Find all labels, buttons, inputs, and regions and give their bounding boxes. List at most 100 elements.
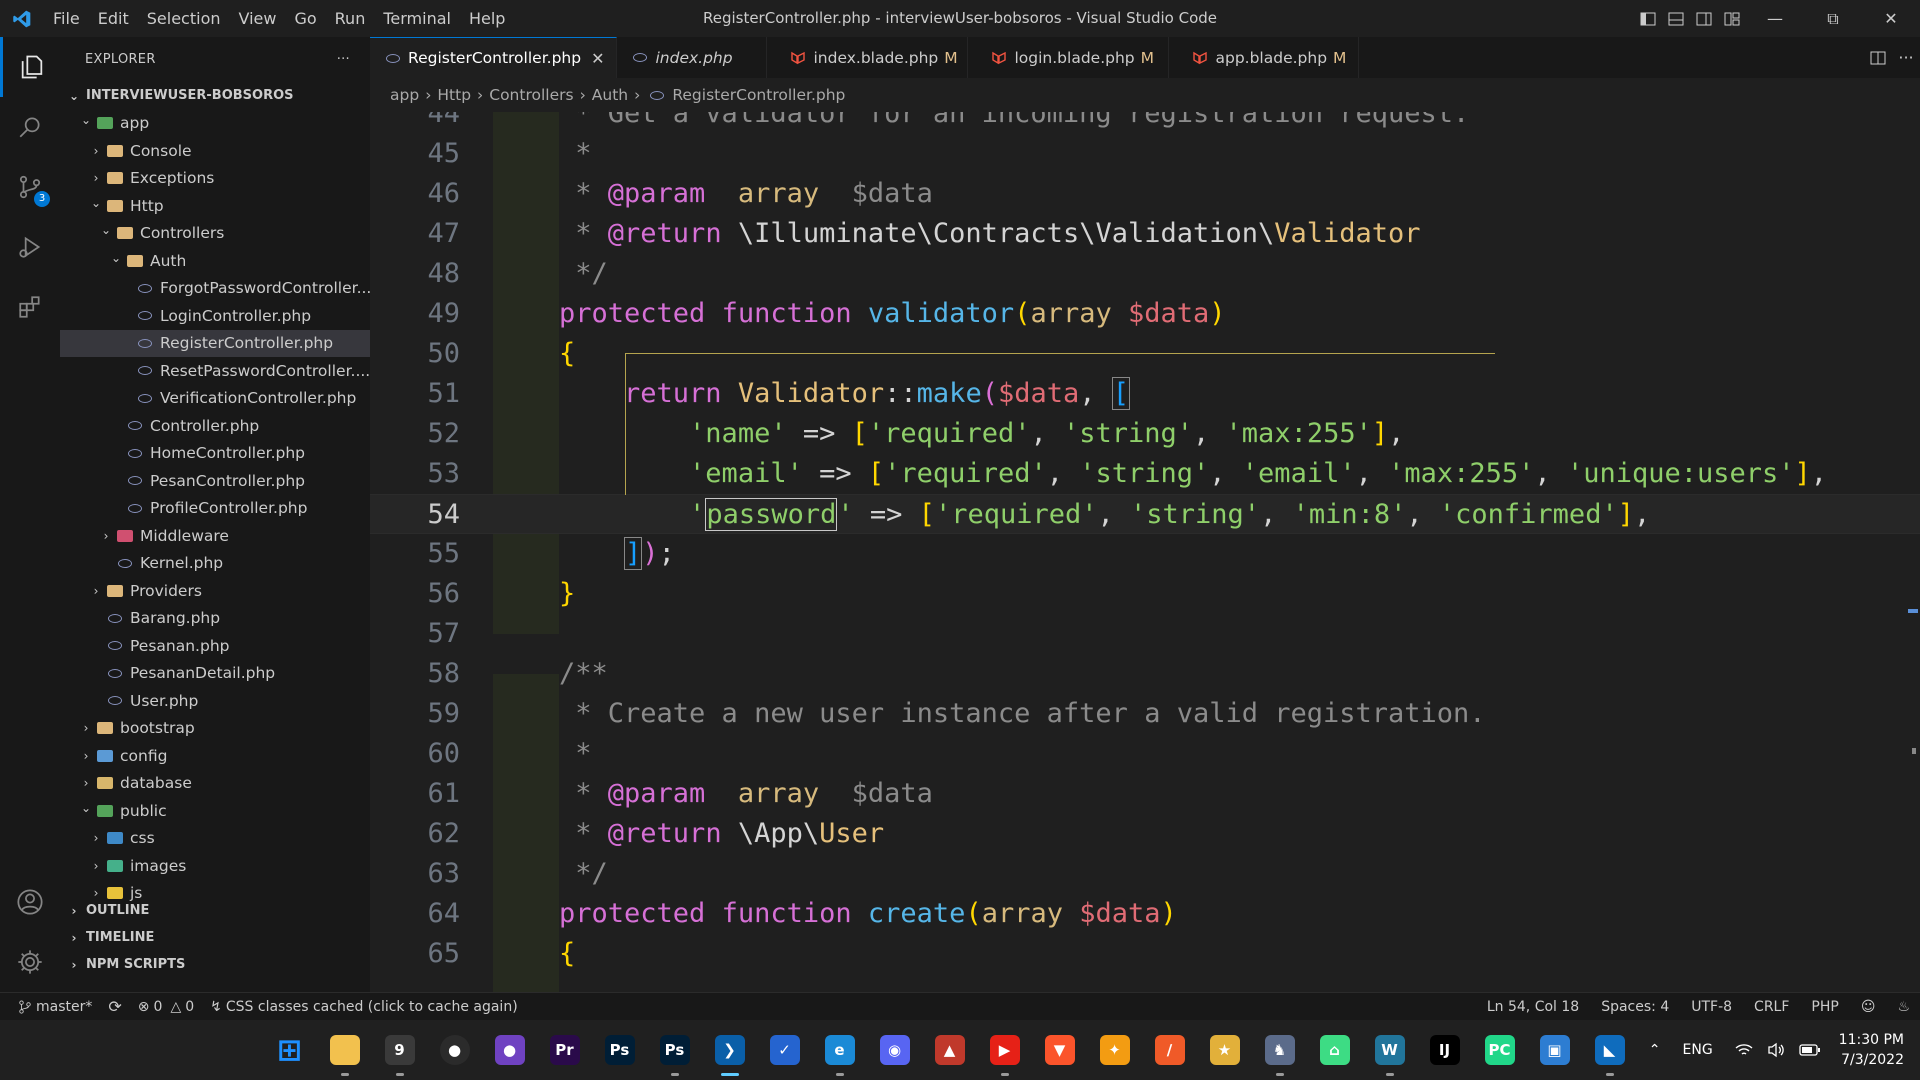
file-item[interactable]: PesanController.php: [60, 467, 370, 495]
taskbar-brave-icon[interactable]: ▼: [1032, 1020, 1087, 1080]
breadcrumb-item[interactable]: Http: [437, 86, 471, 104]
workspace-root[interactable]: ⌄ INTERVIEWUSER-BOBSOROS: [60, 82, 370, 110]
folder-item[interactable]: ⌄ app: [60, 110, 370, 138]
menu-run[interactable]: Run: [326, 0, 375, 37]
folder-item[interactable]: › Exceptions: [60, 165, 370, 193]
taskbar-intellij-icon[interactable]: IJ: [1417, 1020, 1472, 1080]
customize-layout-icon[interactable]: [1718, 0, 1746, 37]
code-line[interactable]: 51 return Validator::make($data, [: [370, 374, 1920, 414]
settings-gear-icon[interactable]: [0, 932, 60, 992]
toggle-panel-icon[interactable]: [1662, 0, 1690, 37]
taskbar-android-studio-icon[interactable]: ⌂: [1307, 1020, 1362, 1080]
code-line[interactable]: 46 * @param array $data: [370, 174, 1920, 214]
language-mode[interactable]: PHP: [1811, 999, 1838, 1015]
code-line[interactable]: 48 */: [370, 254, 1920, 294]
taskbar-photoshop-b-icon[interactable]: Ps: [647, 1020, 702, 1080]
file-item[interactable]: VerificationController.php: [60, 385, 370, 413]
menu-go[interactable]: Go: [285, 0, 325, 37]
language-indicator[interactable]: ENG: [1683, 1042, 1713, 1058]
toggle-primary-sidebar-icon[interactable]: [1634, 0, 1662, 37]
problems-indicator[interactable]: ⊗ 0 △ 0: [138, 999, 194, 1015]
menu-edit[interactable]: Edit: [89, 0, 138, 37]
folder-item[interactable]: ⌄ Auth: [60, 247, 370, 275]
taskbar-app-orange-icon[interactable]: ∕: [1142, 1020, 1197, 1080]
code-line[interactable]: 59 * Create a new user instance after a …: [370, 694, 1920, 734]
tab-login-blade[interactable]: login.blade.php M: [968, 37, 1170, 78]
menu-view[interactable]: View: [230, 0, 286, 37]
scrollbar[interactable]: [1906, 112, 1920, 992]
code-line[interactable]: 45 *: [370, 134, 1920, 174]
folder-item[interactable]: › Console: [60, 137, 370, 165]
file-item[interactable]: Barang.php: [60, 605, 370, 633]
taskbar-photoshop-a-icon[interactable]: Ps: [592, 1020, 647, 1080]
folder-item[interactable]: › config: [60, 742, 370, 770]
menu-help[interactable]: Help: [460, 0, 514, 37]
volume-icon[interactable]: [1767, 1042, 1785, 1058]
taskbar-github-desktop-icon[interactable]: ●: [482, 1020, 537, 1080]
breadcrumb-item[interactable]: app: [390, 86, 419, 104]
code-line[interactable]: 60 *: [370, 734, 1920, 774]
search-icon[interactable]: [0, 97, 60, 157]
file-item[interactable]: HomeController.php: [60, 440, 370, 468]
file-item[interactable]: LoginController.php: [60, 302, 370, 330]
tab-app-blade[interactable]: app.blade.php M: [1169, 37, 1360, 78]
taskbar-app-star-icon[interactable]: ★: [1197, 1020, 1252, 1080]
taskbar-app-window-icon[interactable]: ▣: [1527, 1020, 1582, 1080]
folder-item[interactable]: › Providers: [60, 577, 370, 605]
code-line[interactable]: 53 'email' => ['required', 'string', 'em…: [370, 454, 1920, 494]
line-ending[interactable]: CRLF: [1754, 999, 1789, 1015]
branch-indicator[interactable]: master*: [18, 999, 92, 1015]
taskbar-discord-icon[interactable]: ◉: [867, 1020, 922, 1080]
taskbar-youtube-icon[interactable]: ▶: [977, 1020, 1032, 1080]
code-line[interactable]: 63 */: [370, 854, 1920, 894]
close-window-button[interactable]: ✕: [1862, 0, 1920, 37]
folder-item[interactable]: › database: [60, 770, 370, 798]
code-line[interactable]: 65 {: [370, 934, 1920, 974]
taskbar-app-game-icon[interactable]: ♞: [1252, 1020, 1307, 1080]
menu-file[interactable]: File: [44, 0, 89, 37]
menu-selection[interactable]: Selection: [138, 0, 230, 37]
breadcrumb-item[interactable]: RegisterController.php: [672, 86, 845, 104]
css-cache-status[interactable]: ↯ CSS classes cached (click to cache aga…: [210, 999, 518, 1015]
folder-item[interactable]: › bootstrap: [60, 715, 370, 743]
file-item[interactable]: User.php: [60, 687, 370, 715]
split-editor-icon[interactable]: [1864, 39, 1892, 76]
file-item[interactable]: ForgotPasswordController...: [60, 275, 370, 303]
code-line[interactable]: 54 'password' => ['required', 'string', …: [370, 494, 1920, 534]
file-item[interactable]: ProfileController.php: [60, 495, 370, 523]
code-line[interactable]: 62 * @return \App\User: [370, 814, 1920, 854]
clock[interactable]: 11:30 PM 7/3/2022: [1839, 1030, 1904, 1070]
outline-section[interactable]: › OUTLINE: [60, 897, 370, 924]
file-item[interactable]: RegisterController.php: [60, 329, 370, 357]
code-line[interactable]: 55 ]);: [370, 534, 1920, 574]
notifications-bell-icon[interactable]: ♨: [1897, 999, 1910, 1015]
taskbar-pycharm-icon[interactable]: PC: [1472, 1020, 1527, 1080]
extensions-icon[interactable]: [0, 277, 60, 337]
code-line[interactable]: 44 * Get a validator for an incoming reg…: [370, 112, 1920, 134]
tab-register-controller[interactable]: RegisterController.php ✕: [370, 37, 618, 78]
file-item[interactable]: ResetPasswordController....: [60, 357, 370, 385]
explorer-more-button[interactable]: ···: [337, 52, 350, 67]
npm-scripts-section[interactable]: › NPM SCRIPTS: [60, 951, 370, 978]
wifi-icon[interactable]: [1735, 1043, 1753, 1057]
chevron-up-icon[interactable]: ⌃: [1649, 1042, 1661, 1058]
feedback-icon[interactable]: ☺: [1861, 999, 1876, 1015]
code-line[interactable]: 47 * @return \Illuminate\Contracts\Valid…: [370, 214, 1920, 254]
taskbar-app-9-icon[interactable]: 9: [372, 1020, 427, 1080]
cursor-position[interactable]: Ln 54, Col 18: [1487, 999, 1579, 1015]
tab-index-blade[interactable]: index.blade.php M: [767, 37, 969, 78]
minimize-button[interactable]: —: [1746, 0, 1804, 37]
menu-terminal[interactable]: Terminal: [374, 0, 460, 37]
taskbar-todo-icon[interactable]: ✓: [757, 1020, 812, 1080]
code-line[interactable]: 58 /**: [370, 654, 1920, 694]
breadcrumb-item[interactable]: Auth: [592, 86, 628, 104]
code-line[interactable]: 49 protected function validator(array $da…: [370, 294, 1920, 334]
close-icon[interactable]: ✕: [591, 49, 604, 68]
taskbar-edge-icon[interactable]: e: [812, 1020, 867, 1080]
taskbar-start-icon[interactable]: ⊞: [262, 1020, 317, 1080]
folder-item[interactable]: › css: [60, 825, 370, 853]
code-line[interactable]: 57: [370, 614, 1920, 654]
taskbar-app-wordpress-icon[interactable]: W: [1362, 1020, 1417, 1080]
taskbar-github-icon[interactable]: ●: [427, 1020, 482, 1080]
taskbar-app-hat-icon[interactable]: ▲: [922, 1020, 977, 1080]
